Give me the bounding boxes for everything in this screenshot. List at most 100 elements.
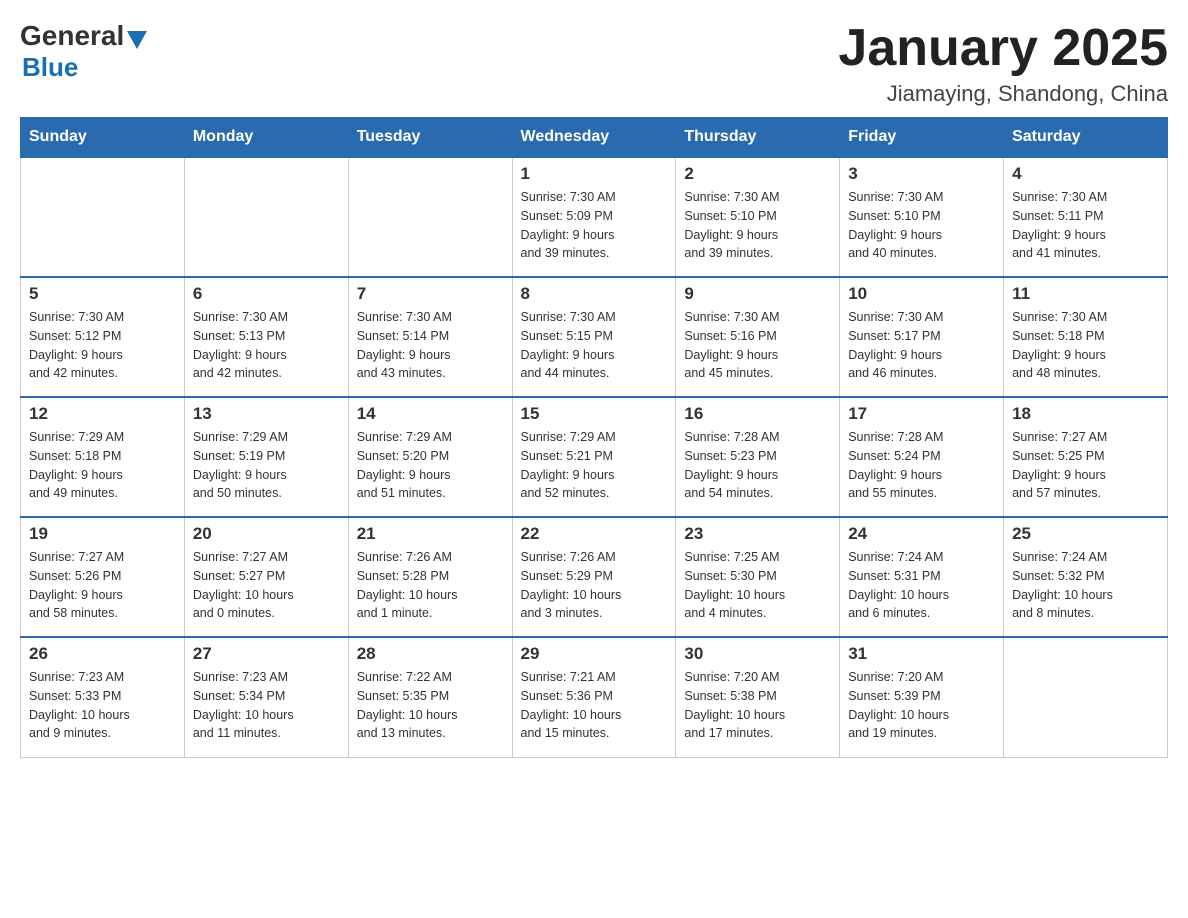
weekday-header-sunday: Sunday — [21, 118, 185, 158]
day-number: 9 — [684, 284, 831, 304]
day-info: Sunrise: 7:26 AM Sunset: 5:29 PM Dayligh… — [521, 548, 668, 623]
day-info: Sunrise: 7:30 AM Sunset: 5:17 PM Dayligh… — [848, 308, 995, 383]
day-info: Sunrise: 7:27 AM Sunset: 5:26 PM Dayligh… — [29, 548, 176, 623]
calendar-cell: 13Sunrise: 7:29 AM Sunset: 5:19 PM Dayli… — [184, 397, 348, 517]
day-info: Sunrise: 7:20 AM Sunset: 5:38 PM Dayligh… — [684, 668, 831, 743]
day-info: Sunrise: 7:29 AM Sunset: 5:20 PM Dayligh… — [357, 428, 504, 503]
day-number: 21 — [357, 524, 504, 544]
day-number: 28 — [357, 644, 504, 664]
calendar-cell: 11Sunrise: 7:30 AM Sunset: 5:18 PM Dayli… — [1004, 277, 1168, 397]
day-number: 14 — [357, 404, 504, 424]
day-number: 6 — [193, 284, 340, 304]
calendar-title: January 2025 — [838, 20, 1168, 77]
day-number: 10 — [848, 284, 995, 304]
day-number: 30 — [684, 644, 831, 664]
day-info: Sunrise: 7:27 AM Sunset: 5:27 PM Dayligh… — [193, 548, 340, 623]
day-number: 24 — [848, 524, 995, 544]
calendar-cell: 21 Sunrise: 7:26 AM Sunset: 5:28 PM Dayli… — [348, 517, 512, 637]
day-number: 5 — [29, 284, 176, 304]
weekday-header-friday: Friday — [840, 118, 1004, 158]
day-number: 8 — [521, 284, 668, 304]
calendar-cell: 1 Sunrise: 7:30 AM Sunset: 5:09 PM Daylig… — [512, 157, 676, 277]
day-number: 22 — [521, 524, 668, 544]
calendar-cell: 20 Sunrise: 7:27 AM Sunset: 5:27 PM Dayli… — [184, 517, 348, 637]
calendar-cell: 16Sunrise: 7:28 AM Sunset: 5:23 PM Dayli… — [676, 397, 840, 517]
calendar-cell: 15Sunrise: 7:29 AM Sunset: 5:21 PM Dayli… — [512, 397, 676, 517]
day-info: Sunrise: 7:30 AM Sunset: 5:09 PM Dayligh… — [521, 188, 668, 263]
day-info: Sunrise: 7:29 AM Sunset: 5:18 PM Dayligh… — [29, 428, 176, 503]
day-info: Sunrise: 7:23 AM Sunset: 5:34 PM Dayligh… — [193, 668, 340, 743]
day-info: Sunrise: 7:20 AM Sunset: 5:39 PM Dayligh… — [848, 668, 995, 743]
day-info: Sunrise: 7:27 AM Sunset: 5:25 PM Dayligh… — [1012, 428, 1159, 503]
calendar-cell: 19 Sunrise: 7:27 AM Sunset: 5:26 PM Dayli… — [21, 517, 185, 637]
day-number: 26 — [29, 644, 176, 664]
day-info: Sunrise: 7:30 AM Sunset: 5:14 PM Dayligh… — [357, 308, 504, 383]
weekday-header-tuesday: Tuesday — [348, 118, 512, 158]
calendar-cell: 27 Sunrise: 7:23 AM Sunset: 5:34 PM Dayli… — [184, 637, 348, 757]
day-info: Sunrise: 7:29 AM Sunset: 5:19 PM Dayligh… — [193, 428, 340, 503]
day-info: Sunrise: 7:30 AM Sunset: 5:15 PM Dayligh… — [521, 308, 668, 383]
day-number: 7 — [357, 284, 504, 304]
calendar-table: SundayMondayTuesdayWednesdayThursdayFrid… — [20, 117, 1168, 758]
calendar-cell — [184, 157, 348, 277]
calendar-cell: 2 Sunrise: 7:30 AM Sunset: 5:10 PM Daylig… — [676, 157, 840, 277]
calendar-cell: 31 Sunrise: 7:20 AM Sunset: 5:39 PM Dayli… — [840, 637, 1004, 757]
calendar-cell: 3Sunrise: 7:30 AM Sunset: 5:10 PM Daylig… — [840, 157, 1004, 277]
day-info: Sunrise: 7:30 AM Sunset: 5:10 PM Dayligh… — [684, 188, 831, 263]
day-number: 1 — [521, 164, 668, 184]
day-number: 31 — [848, 644, 995, 664]
day-number: 20 — [193, 524, 340, 544]
logo-general-text: General — [20, 20, 124, 52]
day-number: 25 — [1012, 524, 1159, 544]
day-number: 15 — [521, 404, 668, 424]
day-number: 27 — [193, 644, 340, 664]
day-number: 19 — [29, 524, 176, 544]
day-number: 2 — [684, 164, 831, 184]
day-info: Sunrise: 7:28 AM Sunset: 5:24 PM Dayligh… — [848, 428, 995, 503]
day-info: Sunrise: 7:22 AM Sunset: 5:35 PM Dayligh… — [357, 668, 504, 743]
day-info: Sunrise: 7:30 AM Sunset: 5:18 PM Dayligh… — [1012, 308, 1159, 383]
calendar-cell — [1004, 637, 1168, 757]
logo: General Blue — [20, 20, 147, 83]
calendar-cell — [348, 157, 512, 277]
calendar-cell: 10 Sunrise: 7:30 AM Sunset: 5:17 PM Dayli… — [840, 277, 1004, 397]
day-info: Sunrise: 7:24 AM Sunset: 5:32 PM Dayligh… — [1012, 548, 1159, 623]
calendar-cell: 12 Sunrise: 7:29 AM Sunset: 5:18 PM Dayli… — [21, 397, 185, 517]
calendar-cell: 23Sunrise: 7:25 AM Sunset: 5:30 PM Dayli… — [676, 517, 840, 637]
calendar-week-row: 26 Sunrise: 7:23 AM Sunset: 5:33 PM Dayli… — [21, 637, 1168, 757]
weekday-header-thursday: Thursday — [676, 118, 840, 158]
day-number: 18 — [1012, 404, 1159, 424]
day-number: 4 — [1012, 164, 1159, 184]
day-info: Sunrise: 7:30 AM Sunset: 5:13 PM Dayligh… — [193, 308, 340, 383]
weekday-header-saturday: Saturday — [1004, 118, 1168, 158]
logo-triangle-icon — [127, 31, 147, 49]
day-info: Sunrise: 7:30 AM Sunset: 5:12 PM Dayligh… — [29, 308, 176, 383]
calendar-cell: 24 Sunrise: 7:24 AM Sunset: 5:31 PM Dayli… — [840, 517, 1004, 637]
calendar-cell: 25 Sunrise: 7:24 AM Sunset: 5:32 PM Dayli… — [1004, 517, 1168, 637]
day-number: 3 — [848, 164, 995, 184]
day-number: 17 — [848, 404, 995, 424]
day-info: Sunrise: 7:24 AM Sunset: 5:31 PM Dayligh… — [848, 548, 995, 623]
calendar-week-row: 5 Sunrise: 7:30 AM Sunset: 5:12 PM Daylig… — [21, 277, 1168, 397]
day-info: Sunrise: 7:30 AM Sunset: 5:11 PM Dayligh… — [1012, 188, 1159, 263]
calendar-cell: 29Sunrise: 7:21 AM Sunset: 5:36 PM Dayli… — [512, 637, 676, 757]
day-info: Sunrise: 7:23 AM Sunset: 5:33 PM Dayligh… — [29, 668, 176, 743]
calendar-cell: 7 Sunrise: 7:30 AM Sunset: 5:14 PM Daylig… — [348, 277, 512, 397]
calendar-cell: 26 Sunrise: 7:23 AM Sunset: 5:33 PM Dayli… — [21, 637, 185, 757]
day-info: Sunrise: 7:26 AM Sunset: 5:28 PM Dayligh… — [357, 548, 504, 623]
day-number: 29 — [521, 644, 668, 664]
calendar-week-row: 19 Sunrise: 7:27 AM Sunset: 5:26 PM Dayli… — [21, 517, 1168, 637]
calendar-cell: 30 Sunrise: 7:20 AM Sunset: 5:38 PM Dayli… — [676, 637, 840, 757]
day-number: 16 — [684, 404, 831, 424]
title-block: January 2025 Jiamaying, Shandong, China — [838, 20, 1168, 107]
calendar-cell: 4 Sunrise: 7:30 AM Sunset: 5:11 PM Daylig… — [1004, 157, 1168, 277]
day-info: Sunrise: 7:30 AM Sunset: 5:16 PM Dayligh… — [684, 308, 831, 383]
day-number: 23 — [684, 524, 831, 544]
calendar-cell: 18 Sunrise: 7:27 AM Sunset: 5:25 PM Dayli… — [1004, 397, 1168, 517]
day-number: 12 — [29, 404, 176, 424]
calendar-subtitle: Jiamaying, Shandong, China — [838, 81, 1168, 107]
calendar-cell: 8 Sunrise: 7:30 AM Sunset: 5:15 PM Daylig… — [512, 277, 676, 397]
calendar-cell — [21, 157, 185, 277]
calendar-cell: 14 Sunrise: 7:29 AM Sunset: 5:20 PM Dayli… — [348, 397, 512, 517]
weekday-header-monday: Monday — [184, 118, 348, 158]
